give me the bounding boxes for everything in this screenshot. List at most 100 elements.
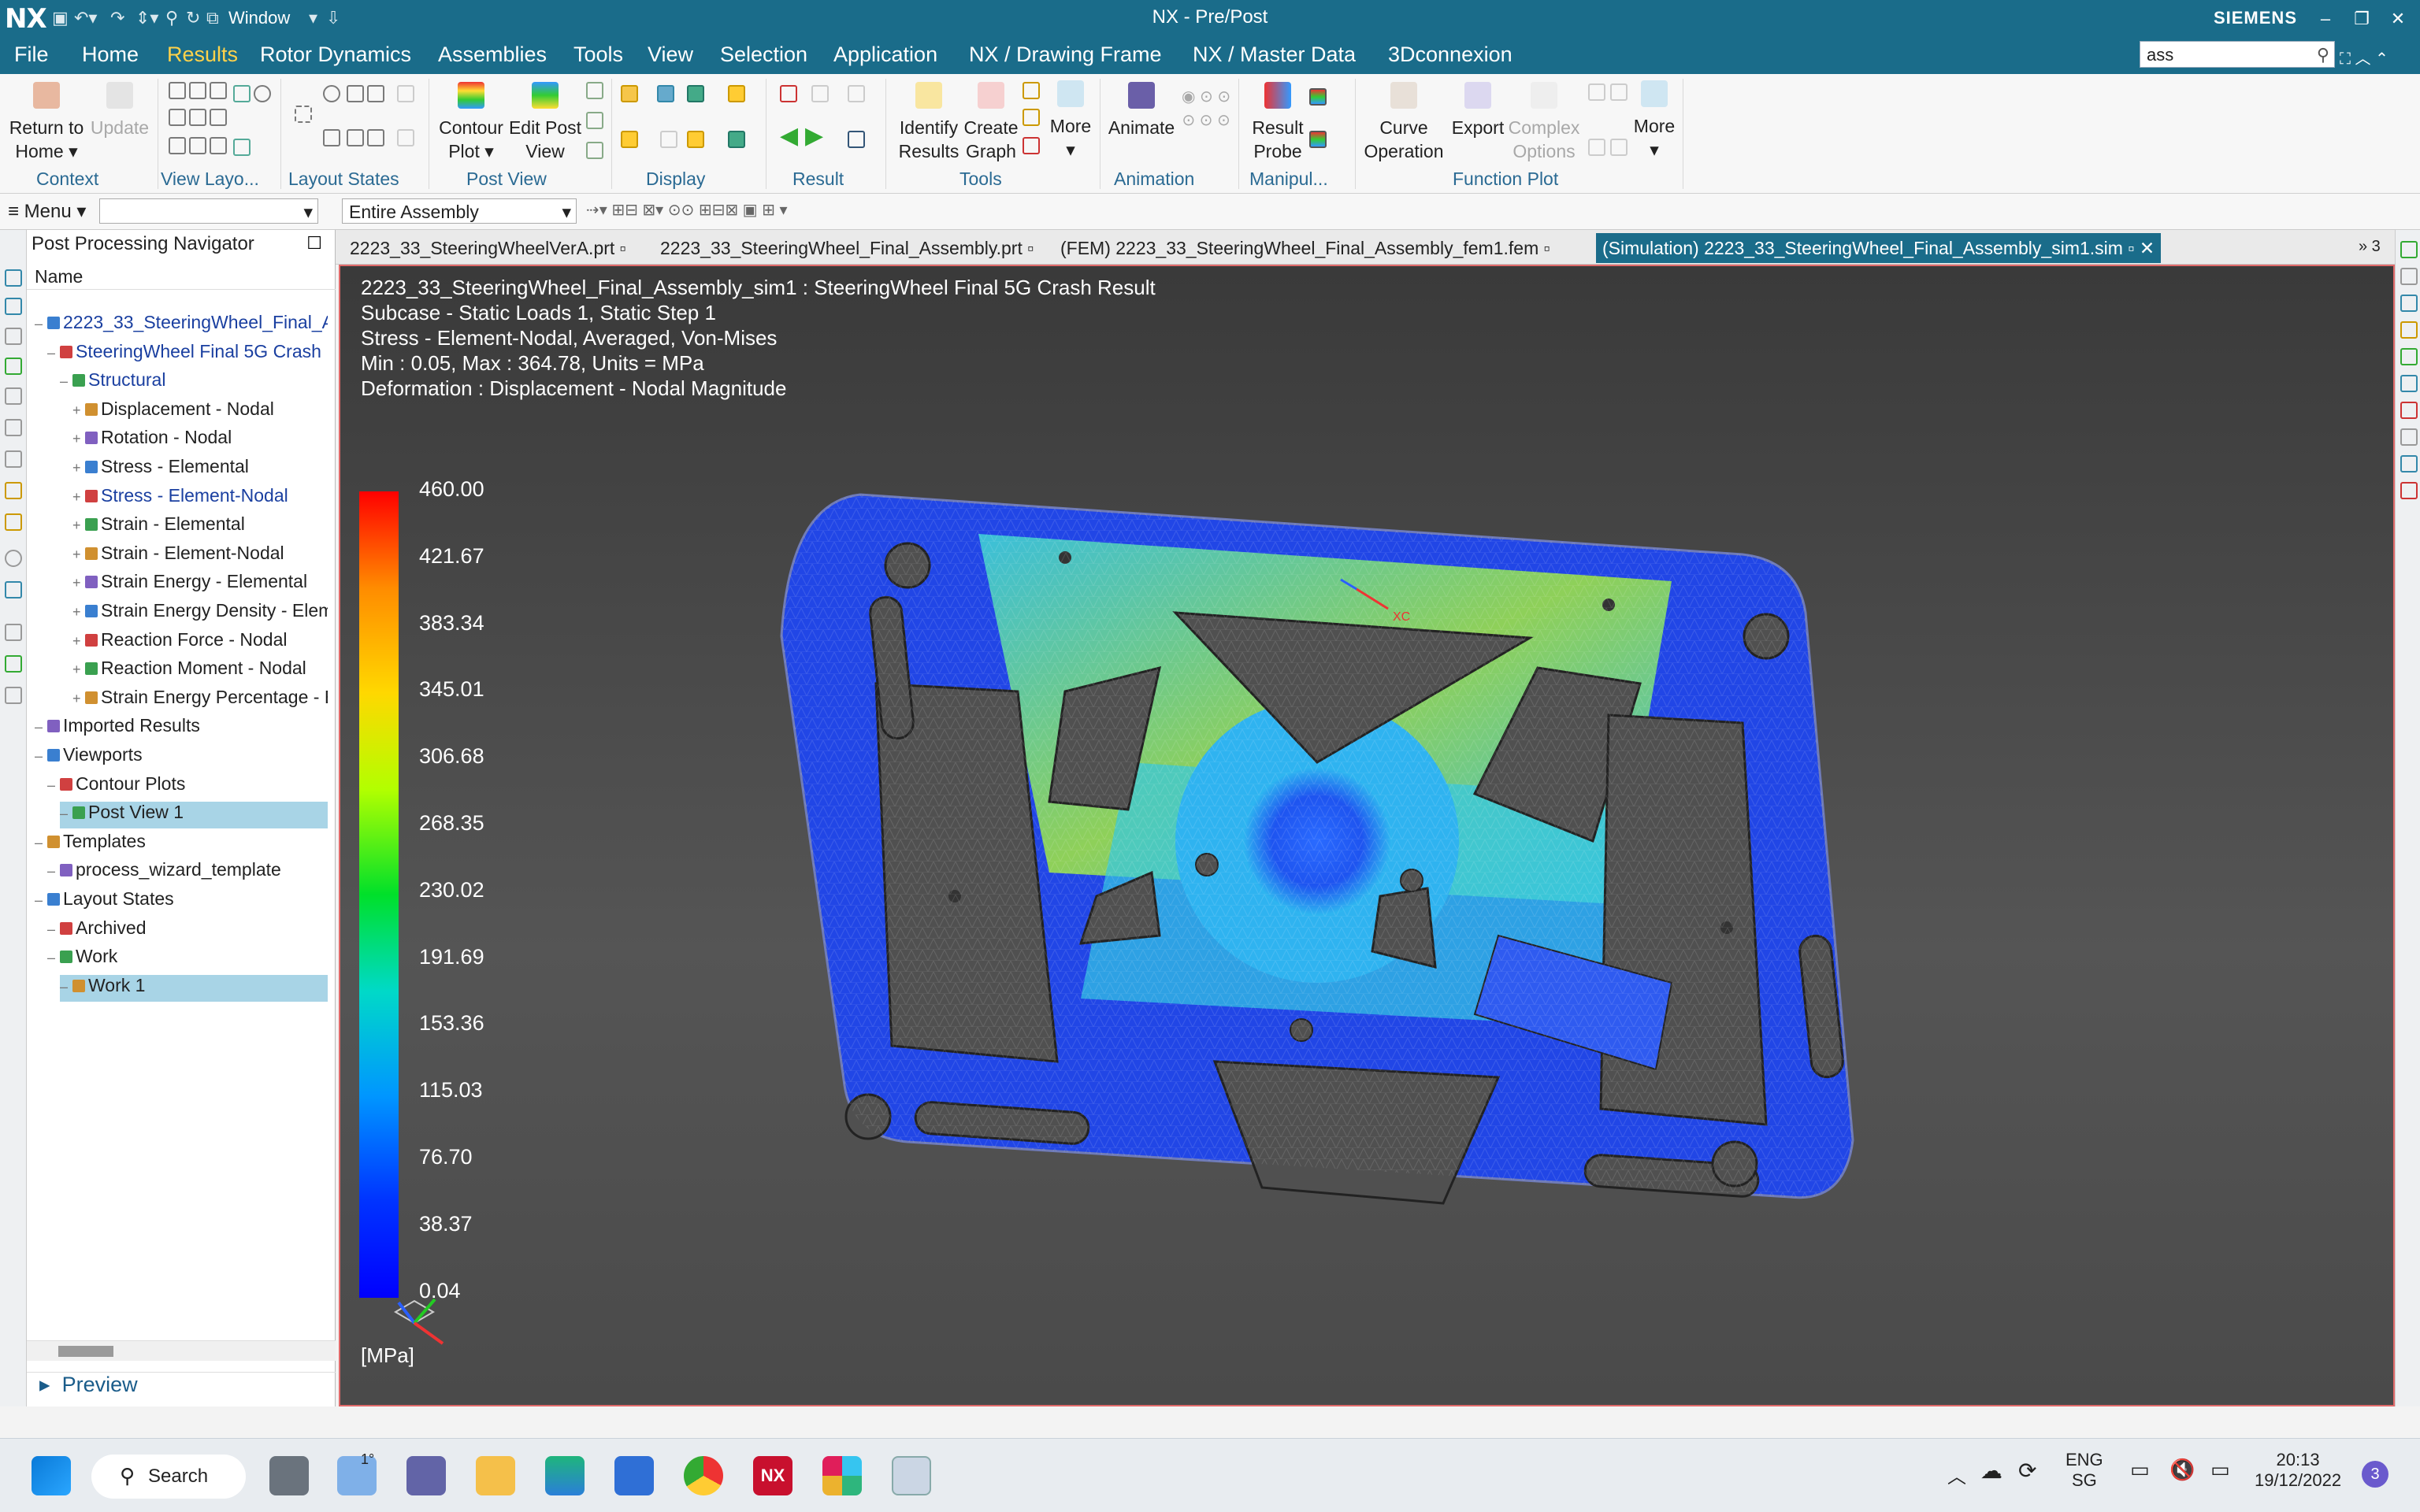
- display-4-icon[interactable]: [728, 85, 745, 102]
- tree-item[interactable]: + Reaction Moment - Nodal: [72, 658, 328, 684]
- tree-item[interactable]: – Work 1: [60, 974, 328, 1002]
- tree-item[interactable]: + Strain Energy - Elemental: [72, 571, 328, 598]
- resource-3-icon[interactable]: [5, 328, 22, 345]
- tree-item[interactable]: – Work: [47, 946, 328, 973]
- collapse-icon[interactable]: –: [35, 892, 47, 909]
- update-button[interactable]: Update: [88, 82, 151, 139]
- more-function-plot-button[interactable]: More ▾: [1629, 80, 1680, 161]
- menu-file[interactable]: File: [14, 43, 49, 67]
- layout-b-icon[interactable]: [347, 129, 364, 146]
- collapse-icon[interactable]: –: [35, 719, 47, 736]
- expand-icon[interactable]: +: [72, 575, 85, 591]
- resource-13-icon[interactable]: [5, 655, 22, 673]
- tree-item[interactable]: + Strain Energy Density - Elem: [72, 600, 328, 627]
- right-tool-5-icon[interactable]: [2400, 348, 2418, 365]
- chrome-icon[interactable]: [684, 1456, 723, 1495]
- copy-layout-icon[interactable]: [367, 85, 384, 102]
- expand-icon[interactable]: +: [72, 633, 85, 650]
- menu-drawing-frame[interactable]: NX / Drawing Frame: [969, 43, 1162, 67]
- taskbar-search[interactable]: ⚲ Search: [91, 1455, 246, 1499]
- tree-item[interactable]: + Strain - Elemental: [72, 513, 328, 540]
- function-plot-2-icon[interactable]: [1610, 83, 1628, 101]
- tab-final-assembly-prt[interactable]: 2223_33_SteeringWheel_Final_Assembly.prt…: [654, 233, 1040, 263]
- expand-icon[interactable]: +: [72, 604, 85, 621]
- horizontal-scrollbar[interactable]: [27, 1340, 336, 1361]
- right-tool-7-icon[interactable]: [2400, 402, 2418, 419]
- tab-steeringwheel-vera[interactable]: 2223_33_SteeringWheelVerA.prt ▫: [343, 233, 633, 263]
- snipping-tool-icon[interactable]: [892, 1456, 931, 1495]
- result-3-icon[interactable]: [848, 85, 865, 102]
- menu-home[interactable]: Home: [82, 43, 139, 67]
- export-button[interactable]: Export: [1449, 82, 1506, 139]
- collapse-icon[interactable]: –: [47, 777, 60, 794]
- weather-icon[interactable]: 1°: [337, 1451, 377, 1495]
- menu-tools[interactable]: Tools: [573, 43, 623, 67]
- collapse-icon[interactable]: –: [47, 345, 60, 361]
- layout-5-icon[interactable]: [189, 109, 206, 126]
- teams-icon[interactable]: [406, 1456, 446, 1495]
- battery-icon[interactable]: ▭: [2210, 1458, 2230, 1482]
- tree-item[interactable]: + Displacement - Nodal: [72, 398, 328, 425]
- result-probe-button[interactable]: Result Probe: [1246, 82, 1309, 163]
- right-tool-8-icon[interactable]: [2400, 428, 2418, 446]
- menu-selection[interactable]: Selection: [720, 43, 807, 67]
- resource-1-icon[interactable]: [5, 269, 22, 287]
- minimize-icon[interactable]: –: [2308, 3, 2343, 35]
- animation-controls-icon[interactable]: ◉ ⊙ ⊙ ⊙ ⊙ ⊙: [1182, 85, 1230, 132]
- tab-overflow[interactable]: » 3: [2352, 233, 2387, 263]
- return-to-home-button[interactable]: Return to Home ▾: [8, 82, 85, 163]
- menu-application[interactable]: Application: [833, 43, 937, 67]
- manipulate-1-icon[interactable]: [1309, 88, 1327, 106]
- sync-icon[interactable]: ⟳: [2018, 1458, 2036, 1484]
- expand-icon[interactable]: +: [72, 517, 85, 534]
- menu-results[interactable]: Results: [167, 43, 238, 67]
- tree-item[interactable]: + Strain Energy Percentage - E: [72, 687, 328, 713]
- tree-item[interactable]: – Layout States: [35, 888, 328, 915]
- edge-icon[interactable]: [545, 1456, 585, 1495]
- layout-2-icon[interactable]: [189, 82, 206, 99]
- close-tab-icon[interactable]: ✕: [2140, 238, 2155, 258]
- name-column-header[interactable]: Name: [27, 263, 336, 290]
- collapse-icon[interactable]: –: [35, 748, 47, 765]
- animate-button[interactable]: Animate: [1106, 82, 1177, 139]
- display-3-icon[interactable]: [687, 85, 704, 102]
- nx-taskbar-icon[interactable]: NX: [753, 1456, 792, 1495]
- complex-options-button[interactable]: Complex Options: [1506, 82, 1582, 163]
- tab-fem[interactable]: (FEM) 2223_33_SteeringWheel_Final_Assemb…: [1054, 233, 1557, 263]
- tree-item[interactable]: + Rotation - Nodal: [72, 427, 328, 454]
- volume-icon[interactable]: 🔇: [2169, 1458, 2195, 1482]
- edit-post-view-button[interactable]: Edit Post View: [507, 82, 583, 163]
- start-icon[interactable]: [32, 1456, 71, 1495]
- resource-11-icon[interactable]: [5, 581, 22, 598]
- tree-item[interactable]: – SteeringWheel Final 5G Crash: [47, 341, 328, 368]
- menu-rotor-dynamics[interactable]: Rotor Dynamics: [260, 43, 411, 67]
- more-tools-button[interactable]: More ▾: [1045, 80, 1097, 161]
- resource-14-icon[interactable]: [5, 687, 22, 704]
- collapse-icon[interactable]: –: [47, 950, 60, 966]
- onedrive-icon[interactable]: ☁: [1980, 1458, 2002, 1484]
- menu-button[interactable]: ≡ Menu ▾: [8, 200, 86, 223]
- command-search-input[interactable]: ass ⚲: [2140, 41, 2335, 68]
- identify-results-button[interactable]: Identify Results: [896, 82, 961, 163]
- collapse-icon[interactable]: –: [60, 979, 72, 995]
- display-8-icon[interactable]: [728, 131, 745, 148]
- collapse-icon[interactable]: –: [47, 863, 60, 880]
- layout-7-icon[interactable]: [169, 137, 186, 154]
- collapse-icon[interactable]: –: [35, 316, 47, 332]
- resource-9-icon[interactable]: [5, 513, 22, 531]
- scope-select[interactable]: Entire Assembly ▾: [342, 198, 577, 224]
- task-view-icon[interactable]: [269, 1456, 309, 1495]
- collapse-icon[interactable]: –: [35, 835, 47, 851]
- scrollbar-thumb[interactable]: [58, 1346, 113, 1357]
- sync-views-icon[interactable]: [233, 139, 251, 156]
- file-explorer-icon[interactable]: [476, 1456, 515, 1495]
- graphics-viewport[interactable]: 2223_33_SteeringWheel_Final_Assembly_sim…: [339, 265, 2395, 1406]
- tree-item[interactable]: + Stress - Element-Nodal: [72, 485, 328, 512]
- right-tool-9-icon[interactable]: [2400, 455, 2418, 472]
- tree-item[interactable]: + Stress - Elemental: [72, 456, 328, 483]
- notifications-badge[interactable]: 3: [2362, 1461, 2388, 1488]
- tools-1-icon[interactable]: [1023, 82, 1040, 99]
- tree-item[interactable]: – Contour Plots: [47, 773, 328, 800]
- resource-4-icon[interactable]: [5, 358, 22, 375]
- result-2-icon[interactable]: [811, 85, 829, 102]
